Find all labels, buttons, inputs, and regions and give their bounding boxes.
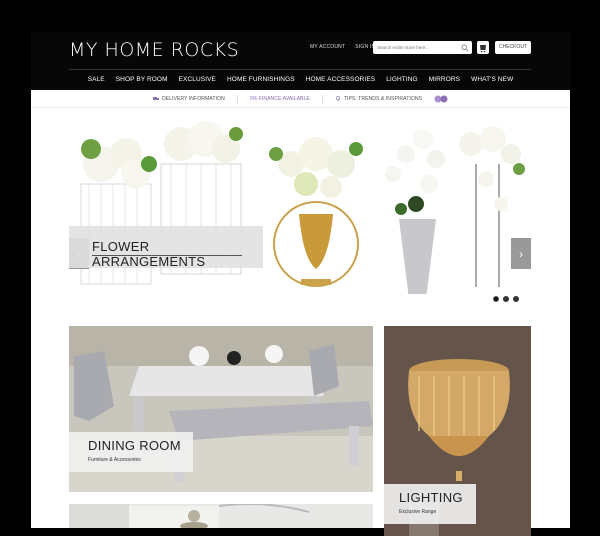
social-icon[interactable] (434, 95, 448, 103)
nav-item-sale[interactable]: SALE (88, 72, 105, 90)
lighting-tile[interactable]: LIGHTING Exclusive Range (384, 326, 531, 536)
header-divider (69, 69, 531, 70)
slider-dot[interactable] (503, 296, 509, 302)
dining-room-label: DINING ROOM Furniture & Accessories (69, 432, 193, 472)
cart-button[interactable] (477, 41, 489, 54)
main-nav: SALE SHOP BY ROOM EXCLUSIVE HOME FURNISH… (31, 72, 570, 90)
nav-item-home-furnishings[interactable]: HOME FURNISHINGS (227, 72, 295, 90)
nav-item-exclusive[interactable]: EXCLUSIVE (179, 72, 216, 90)
slider-dot[interactable] (513, 296, 519, 302)
info-bar: DELIVERY INFORMATION 0% FINANCE AVAILABL… (31, 90, 570, 108)
finance-info[interactable]: 0% FINANCE AVAILABLE (250, 96, 310, 102)
lighting-subtitle: Exclusive Range (399, 509, 437, 515)
slider-dot[interactable] (493, 296, 499, 302)
nav-item-home-accessories[interactable]: HOME ACCESSORIES (306, 72, 376, 90)
lighting-label: LIGHTING Exclusive Range (384, 484, 476, 524)
caption-underline (92, 255, 242, 256)
dining-room-tile[interactable]: DINING ROOM Furniture & Accessories (69, 326, 373, 492)
page-frame: MY HOME ROCKS MY ACCOUNT SIGN IN CHECKOU… (31, 32, 570, 536)
nav-item-mirrors[interactable]: MIRRORS (429, 72, 460, 90)
site-logo[interactable]: MY HOME ROCKS (69, 39, 239, 61)
infobar-separator (321, 94, 323, 103)
infobar-separator (236, 94, 238, 103)
finance-label: 0% FINANCE AVAILABLE (249, 95, 310, 102)
nav-item-whats-new[interactable]: WHAT'S NEW (471, 72, 513, 90)
tips-info[interactable]: TIPS: TRENDS & INSPIRATIONS (335, 96, 422, 102)
site-header: MY HOME ROCKS MY ACCOUNT SIGN IN CHECKOU… (31, 32, 570, 90)
main-content: DELIVERY INFORMATION 0% FINANCE AVAILABL… (31, 90, 570, 536)
dining-room-title: DINING ROOM (88, 438, 181, 453)
checkout-button[interactable]: CHECKOUT (495, 41, 531, 54)
slide-caption-text: FLOWER ARRANGEMENTS (92, 239, 206, 269)
search-icon[interactable] (461, 44, 469, 52)
my-account-link[interactable]: MY ACCOUNT (310, 44, 345, 50)
nav-item-lighting[interactable]: LIGHTING (386, 72, 418, 90)
accessories-tile[interactable] (69, 504, 373, 528)
search-box (373, 41, 472, 54)
chevron-right-icon: › (519, 246, 523, 261)
lighting-title: LIGHTING (399, 490, 463, 505)
nav-item-shop-by-room[interactable]: SHOP BY ROOM (116, 72, 168, 90)
delivery-info[interactable]: DELIVERY INFORMATION (152, 95, 225, 102)
lightbulb-icon (335, 96, 340, 101)
account-links: MY ACCOUNT SIGN IN (310, 44, 375, 50)
slide-caption[interactable]: FLOWER ARRANGEMENTS (69, 226, 263, 269)
delivery-label: DELIVERY INFORMATION (161, 95, 225, 102)
tips-label: TIPS: TRENDS & INSPIRATIONS (343, 95, 423, 102)
cart-icon (480, 45, 486, 53)
dining-room-subtitle: Furniture & Accessories (88, 457, 141, 463)
truck-icon (152, 97, 159, 100)
slider-dots (493, 296, 519, 302)
accessories-image (69, 504, 373, 528)
search-input[interactable] (373, 45, 453, 50)
slider-next-button[interactable]: › (511, 238, 531, 269)
